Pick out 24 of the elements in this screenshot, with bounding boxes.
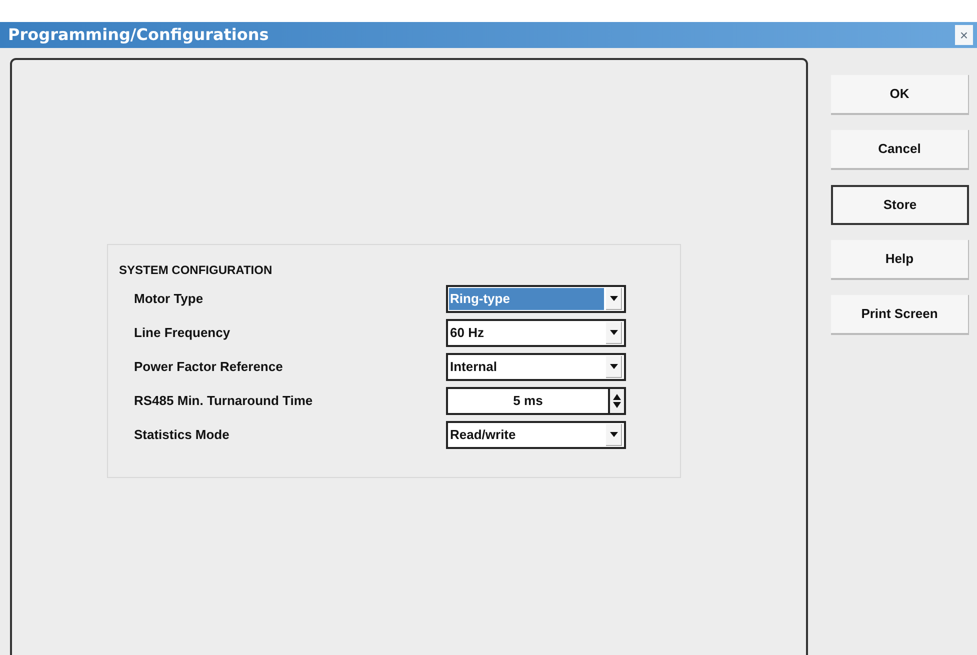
dropdown-value: 60 Hz — [449, 324, 485, 342]
dropdown[interactable]: Ring-type — [446, 285, 626, 313]
dropdown[interactable]: 60 Hz — [446, 319, 626, 347]
dialog-button[interactable]: Store — [831, 185, 969, 225]
spinner-arrows-icon[interactable] — [608, 389, 624, 413]
field-label: Statistics Mode — [133, 426, 230, 444]
dialog-button[interactable]: OK — [831, 75, 969, 115]
dropdown-value: Read/write — [449, 426, 517, 444]
dropdown-value: Ring-type — [449, 288, 604, 310]
field-label: Line Frequency — [133, 324, 232, 342]
window-title: Programming/Configurations — [8, 24, 269, 46]
dropdown-value: Internal — [449, 358, 498, 376]
spinner-field[interactable]: 5 ms — [446, 387, 626, 415]
dialog-button[interactable]: Cancel — [831, 130, 969, 170]
dialog-button[interactable]: Help — [831, 240, 969, 280]
field-label: Power Factor Reference — [133, 358, 284, 376]
spinner-value: 5 ms — [512, 392, 544, 410]
group-title: SYSTEM CONFIGURATION — [119, 262, 274, 279]
field-label: RS485 Min. Turnaround Time — [133, 392, 314, 410]
field-label: Motor Type — [133, 290, 204, 308]
dropdown[interactable]: Internal — [446, 353, 626, 381]
close-button[interactable]: × — [955, 25, 973, 45]
dropdown[interactable]: Read/write — [446, 421, 626, 449]
dialog-button[interactable]: Print Screen — [831, 295, 969, 335]
